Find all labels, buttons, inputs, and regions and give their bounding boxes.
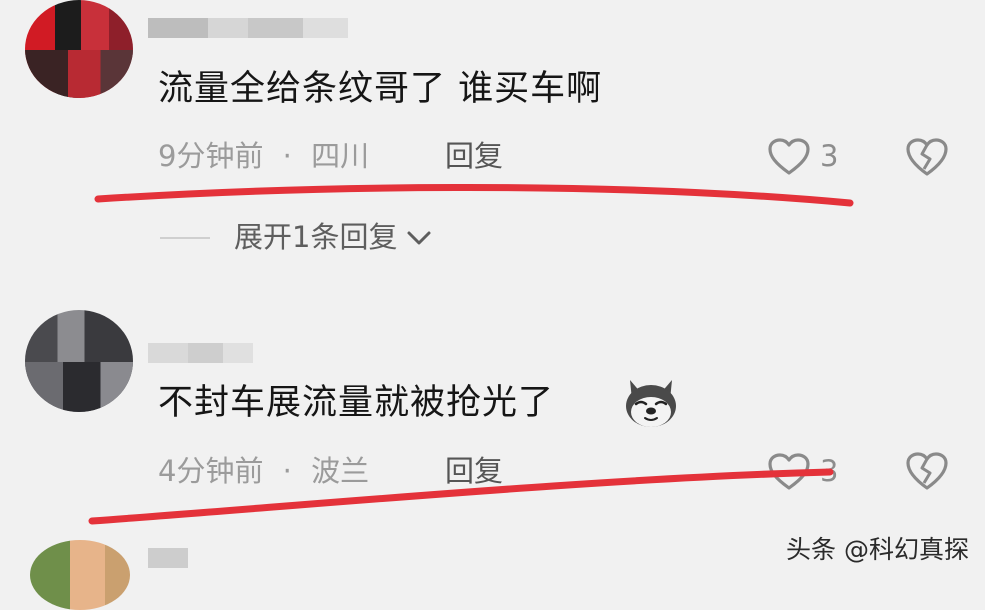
reply-button[interactable]: 回复 bbox=[445, 142, 503, 171]
avatar-pixelation bbox=[25, 50, 133, 98]
comment-location: 波兰 bbox=[311, 454, 370, 488]
meta-separator: · bbox=[282, 139, 292, 173]
heart-outline-icon bbox=[768, 453, 810, 490]
like-count: 3 bbox=[820, 454, 839, 488]
annotation-underline-1 bbox=[94, 184, 854, 207]
dislike-button[interactable] bbox=[905, 450, 949, 492]
commenter-avatar[interactable] bbox=[25, 310, 133, 412]
comment-time: 4分钟前 · 波兰 bbox=[158, 457, 369, 486]
reply-button[interactable]: 回复 bbox=[445, 457, 503, 486]
broken-heart-icon bbox=[906, 452, 948, 490]
comment-timestamp: 9分钟前 bbox=[158, 139, 264, 173]
commenter-avatar[interactable] bbox=[25, 0, 133, 98]
heart-outline-icon bbox=[768, 138, 810, 175]
comment-timestamp: 4分钟前 bbox=[158, 454, 264, 488]
like-button[interactable] bbox=[767, 452, 811, 492]
commenter-name-redacted[interactable] bbox=[148, 18, 348, 38]
commenter-avatar[interactable] bbox=[30, 540, 130, 610]
comment-location: 四川 bbox=[311, 139, 370, 173]
meta-separator: · bbox=[282, 454, 292, 488]
broken-heart-icon bbox=[906, 138, 948, 176]
chevron-down-icon bbox=[407, 231, 431, 244]
commenter-name-redacted[interactable] bbox=[148, 548, 188, 568]
like-count: 3 bbox=[820, 139, 839, 173]
comment-time: 9分钟前 · 四川 bbox=[158, 142, 369, 171]
commenter-name-redacted[interactable] bbox=[148, 343, 253, 363]
expand-replies-button[interactable]: 展开1条回复 bbox=[160, 223, 433, 252]
dog-face-emoji bbox=[622, 374, 680, 434]
comment-text: 流量全给条纹哥了 谁买车啊 bbox=[158, 69, 603, 109]
comment-text: 不封车展流量就被抢光了 bbox=[158, 383, 555, 423]
avatar-pixelation bbox=[25, 362, 133, 412]
expand-replies-label: 展开1条回复 bbox=[234, 220, 398, 254]
like-button[interactable] bbox=[767, 137, 811, 177]
watermark: 头条 @科幻真探 bbox=[786, 535, 969, 564]
expand-divider bbox=[160, 236, 210, 239]
dislike-button[interactable] bbox=[905, 136, 949, 178]
